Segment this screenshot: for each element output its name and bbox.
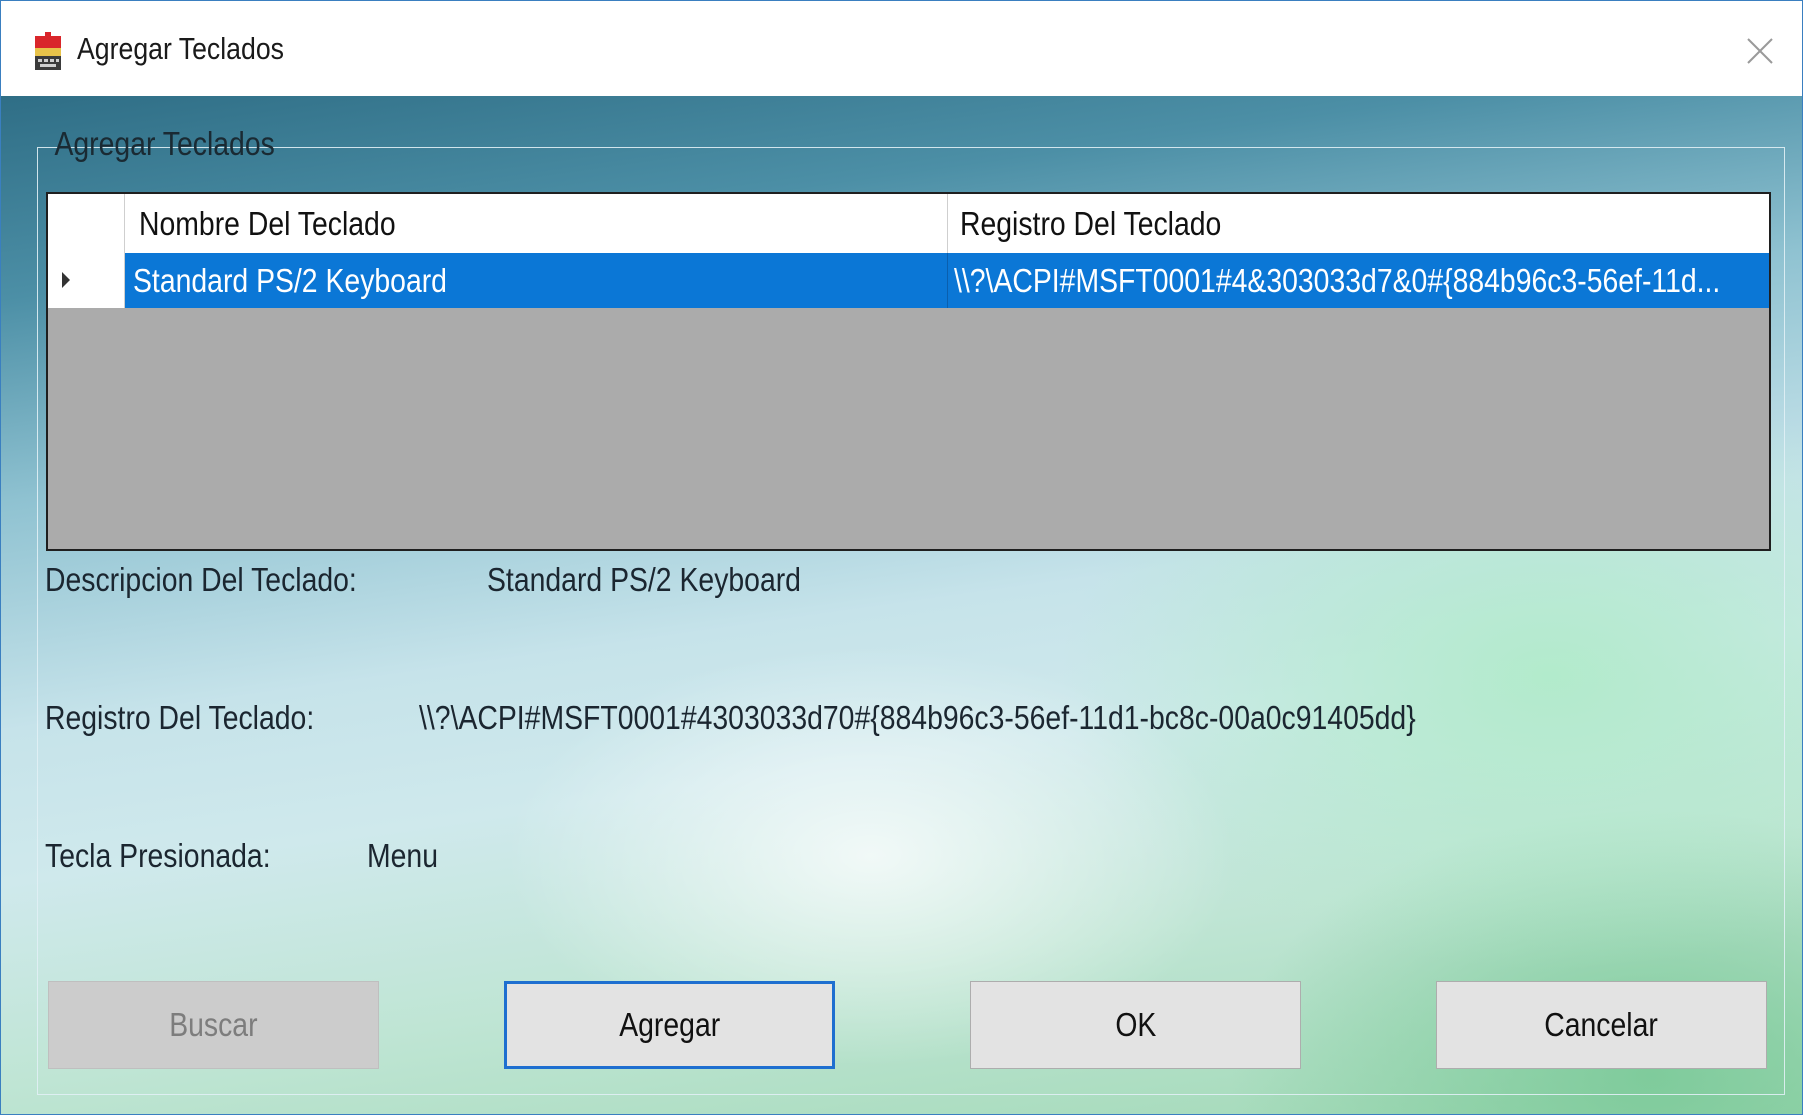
column-header-nombre-label: Nombre Del Teclado (139, 205, 396, 242)
dialog-window: Agregar Teclados Agregar Teclados Nombre… (0, 0, 1803, 1115)
registro-label: Registro Del Teclado: (45, 699, 315, 736)
column-header-registro[interactable]: Registro Del Teclado (948, 194, 1769, 253)
tecla-presionada-label: Tecla Presionada: (45, 837, 271, 874)
groupbox-title: Agregar Teclados (54, 125, 275, 162)
tecla-presionada-value: Menu (367, 837, 439, 874)
keyboard-app-icon (35, 32, 61, 70)
ok-button[interactable]: OK (970, 981, 1301, 1069)
table-row[interactable]: Standard PS/2 Keyboard \\?\ACPI#MSFT0001… (48, 253, 1769, 308)
keyboards-grid[interactable]: Nombre Del Teclado Registro Del Teclado … (46, 192, 1771, 551)
row-header[interactable] (48, 253, 125, 308)
cell-nombre[interactable]: Standard PS/2 Keyboard (125, 253, 948, 308)
ok-button-label: OK (1114, 1006, 1157, 1043)
cell-nombre-text: Standard PS/2 Keyboard (133, 262, 447, 299)
agregar-button[interactable]: Agregar (504, 981, 835, 1069)
current-row-arrow-icon (62, 272, 70, 288)
buscar-button[interactable]: Buscar (48, 981, 379, 1069)
grid-corner-cell[interactable] (48, 194, 125, 253)
cancelar-button-label: Cancelar (1544, 1006, 1659, 1043)
window-title: Agregar Teclados (77, 31, 285, 66)
descripcion-label: Descripcion Del Teclado: (45, 561, 357, 598)
column-header-registro-label: Registro Del Teclado (960, 205, 1222, 242)
close-icon[interactable] (1740, 31, 1780, 71)
agregar-button-label: Agregar (619, 1006, 720, 1043)
grid-header: Nombre Del Teclado Registro Del Teclado (48, 194, 1769, 253)
cell-registro[interactable]: \\?\ACPI#MSFT0001#4&303033d7&0#{884b96c3… (948, 253, 1769, 308)
descripcion-value: Standard PS/2 Keyboard (487, 561, 801, 598)
registro-value: \\?\ACPI#MSFT0001#4303033d70#{884b96c3-5… (419, 699, 1416, 736)
title-bar[interactable]: Agregar Teclados (1, 1, 1802, 96)
column-header-nombre[interactable]: Nombre Del Teclado (125, 194, 948, 253)
cell-registro-text: \\?\ACPI#MSFT0001#4&303033d7&0#{884b96c3… (954, 262, 1721, 299)
buscar-button-label: Buscar (169, 1006, 258, 1043)
cancelar-button[interactable]: Cancelar (1436, 981, 1767, 1069)
